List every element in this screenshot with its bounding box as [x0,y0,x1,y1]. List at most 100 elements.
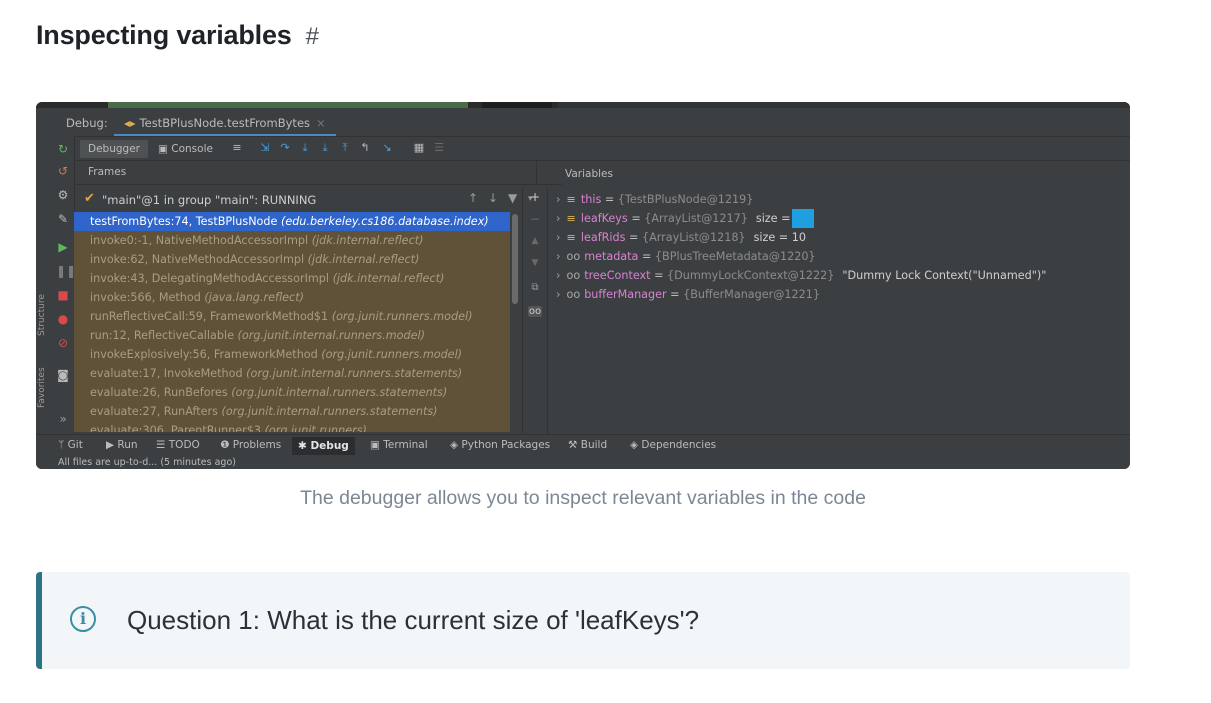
camera-icon[interactable]: ◙ [56,368,70,382]
frame-row[interactable]: invoke:566, Method (java.lang.reflect) [74,288,510,307]
redacted-value-box [792,209,815,228]
copy-icon[interactable]: ⧉ [528,282,542,293]
heading-anchor-link[interactable]: # [306,23,319,50]
resume-icon[interactable]: ▶ [56,240,70,254]
settings-icon[interactable]: ⚙ [56,188,70,202]
run-config-tab[interactable]: ◂▸ TestBPlusNode.testFromBytes × [114,112,336,136]
frame-row[interactable]: invoke:62, NativeMethodAccessorImpl (jdk… [74,250,510,269]
console-tab[interactable]: ▣ Console [158,140,213,158]
frame-row[interactable]: evaluate:26, RunBefores (org.junit.inter… [74,383,510,402]
frame-package: (jdk.internal.reflect) [311,234,424,247]
tool-build[interactable]: ⚒ Build [568,439,607,451]
tool-run[interactable]: ▶ Run [106,439,138,451]
drop-frame-icon[interactable]: ↰ [358,141,372,155]
debugger-toolbar: Debugger ▣ Console ≡ ⇲ ↷ ⤓ ⤓ ⤒ ↰ ↘ ▦ ☰ [74,136,1130,161]
variable-row[interactable]: › ≡ this = {TestBPlusNode@1219} [556,190,1116,209]
expand-chevron-icon[interactable]: › [556,212,560,225]
stop-icon[interactable]: ■ [56,288,70,302]
tool-window-bar: ᛘ Git ▶ Run ☰ TODO ❶ Problems ✱ Debug ▣ Termi… [36,434,1130,457]
tool-git[interactable]: ᛘ Git [58,439,83,451]
variable-row[interactable]: › oo bufferManager = {BufferManager@1221} [556,285,1116,304]
step-out-icon[interactable]: ⤒ [338,141,352,155]
favorites-side-label[interactable]: Favorites [37,367,47,408]
field-icon: ≡ [566,212,576,225]
tool-terminal[interactable]: ▣ Terminal [370,439,428,451]
evaluate-expression-icon[interactable]: ▦ [412,141,426,155]
run-to-cursor-icon[interactable]: ↘ [380,141,394,155]
up-arrow-icon[interactable]: ↑ [468,191,478,205]
expand-chevron-icon[interactable]: › [556,193,560,206]
frame-package: (java.lang.reflect) [204,291,304,304]
info-icon: i [70,606,96,632]
wrench-icon[interactable]: ✎ [56,212,70,226]
frames-scrollbar[interactable] [512,214,518,304]
force-step-into-icon[interactable]: ⤓ [318,141,332,155]
tool-todo[interactable]: ☰ TODO [156,439,200,451]
tool-dependencies[interactable]: ◈ Dependencies [630,439,716,451]
structure-side-label[interactable]: Structure [37,294,47,336]
expand-chevron-icon[interactable]: › [556,288,560,301]
expand-chevron-icon[interactable]: › [556,269,560,282]
frame-row[interactable]: evaluate:27, RunAfters (org.junit.intern… [74,402,510,421]
rerun-failed-icon[interactable]: ↺ [56,164,70,178]
variable-row[interactable]: › ≡ leafKeys = {ArrayList@1217} size = [556,209,1116,228]
frame-row[interactable]: invoke0:-1, NativeMethodAccessorImpl (jd… [74,231,510,250]
view-breakpoints-icon[interactable]: ● [56,312,70,326]
tool-python-packages[interactable]: ◈ Python Packages [450,439,550,451]
expand-icon[interactable]: » [56,412,70,426]
move-up-icon[interactable]: ▲ [528,236,542,246]
status-bar: All files are up-to-d... (5 minutes ago) [36,456,1130,469]
tool-problems[interactable]: ❶ Problems [220,439,281,451]
trace-icon[interactable]: ☰ [432,141,446,155]
variable-row[interactable]: › ≡ leafRids = {ArrayList@1218} size = 10 [556,228,1116,247]
pause-icon[interactable]: ❚❚ [56,264,76,278]
close-icon[interactable]: × [316,116,326,130]
move-down-icon[interactable]: ▼ [528,258,542,268]
debug-run-icon: ◂▸ [124,116,136,130]
rerun-icon[interactable]: ↻ [56,142,70,156]
tool-debug[interactable]: ✱ Debug [292,437,355,455]
frame-row[interactable]: runReflectiveCall:59, FrameworkMethod$1 … [74,307,510,326]
down-arrow-icon[interactable]: ↓ [488,191,498,205]
frame-row[interactable]: evaluate:306, ParentRunner$3 (org.junit.… [74,421,510,432]
variable-ref: {BPlusTreeMetadata@1220} [654,250,816,263]
filter-icon[interactable]: ▼ [508,191,517,205]
frame-package: (org.junit.runners.model) [321,348,463,361]
expand-chevron-icon[interactable]: › [556,250,560,263]
variables-panel-header: Variables [536,160,1130,184]
git-icon: ᛘ [58,439,68,451]
menu-icon[interactable]: ≡ [230,141,244,155]
frame-row[interactable]: invokeExplosively:56, FrameworkMethod (o… [74,345,510,364]
equals-sign: = [601,193,618,206]
variable-value: size = [755,212,791,225]
variable-row[interactable]: › oo treeContext = {DummyLockContext@1222}… [556,266,1116,285]
debug-actions-column: ↻ ↺ ⚙ ✎ ▶ ❚❚ ■ ● ⊘ ◙ » [52,136,76,436]
page-heading: Inspecting variables # [36,20,319,51]
variable-row[interactable]: › oo metadata = {BPlusTreeMetadata@1220} [556,247,1116,266]
watches-icon[interactable]: oo [528,306,542,317]
frame-method: evaluate:27, RunAfters [90,405,218,418]
expand-chevron-icon[interactable]: › [556,231,560,244]
show-execution-point-icon[interactable]: ⇲ [258,141,272,155]
step-into-icon[interactable]: ⤓ [298,141,312,155]
remove-watch-icon[interactable]: − [528,212,542,226]
check-icon: ✔ [84,191,95,206]
build-icon: ⚒ [568,439,581,451]
frame-row[interactable]: evaluate:17, InvokeMethod (org.junit.int… [74,364,510,383]
tool-label: TODO [168,439,200,451]
debugger-tab[interactable]: Debugger [80,140,148,158]
variable-value: "Dummy Lock Context("Unnamed")" [842,269,1047,282]
variable-name: this [580,193,602,206]
field-icon: ≡ [566,193,576,206]
step-over-icon[interactable]: ↷ [278,141,292,155]
mute-breakpoints-icon[interactable]: ⊘ [56,336,70,350]
add-watch-icon[interactable]: + [528,190,542,204]
equals-sign: = [666,288,684,301]
frame-row[interactable]: invoke:43, DelegatingMethodAccessorImpl … [74,269,510,288]
frame-row[interactable]: run:12, ReflectiveCallable (org.junit.in… [74,326,510,345]
field-icon: ≡ [566,231,576,244]
figure-caption: The debugger allows you to inspect relev… [300,487,866,509]
frame-package: (org.junit.runners.model) [331,310,473,323]
thread-selector[interactable]: ✔ "main"@1 in group "main": RUNNING ↑ ↓ … [74,188,533,210]
frame-row[interactable]: testFromBytes:74, TestBPlusNode (edu.ber… [74,212,510,231]
